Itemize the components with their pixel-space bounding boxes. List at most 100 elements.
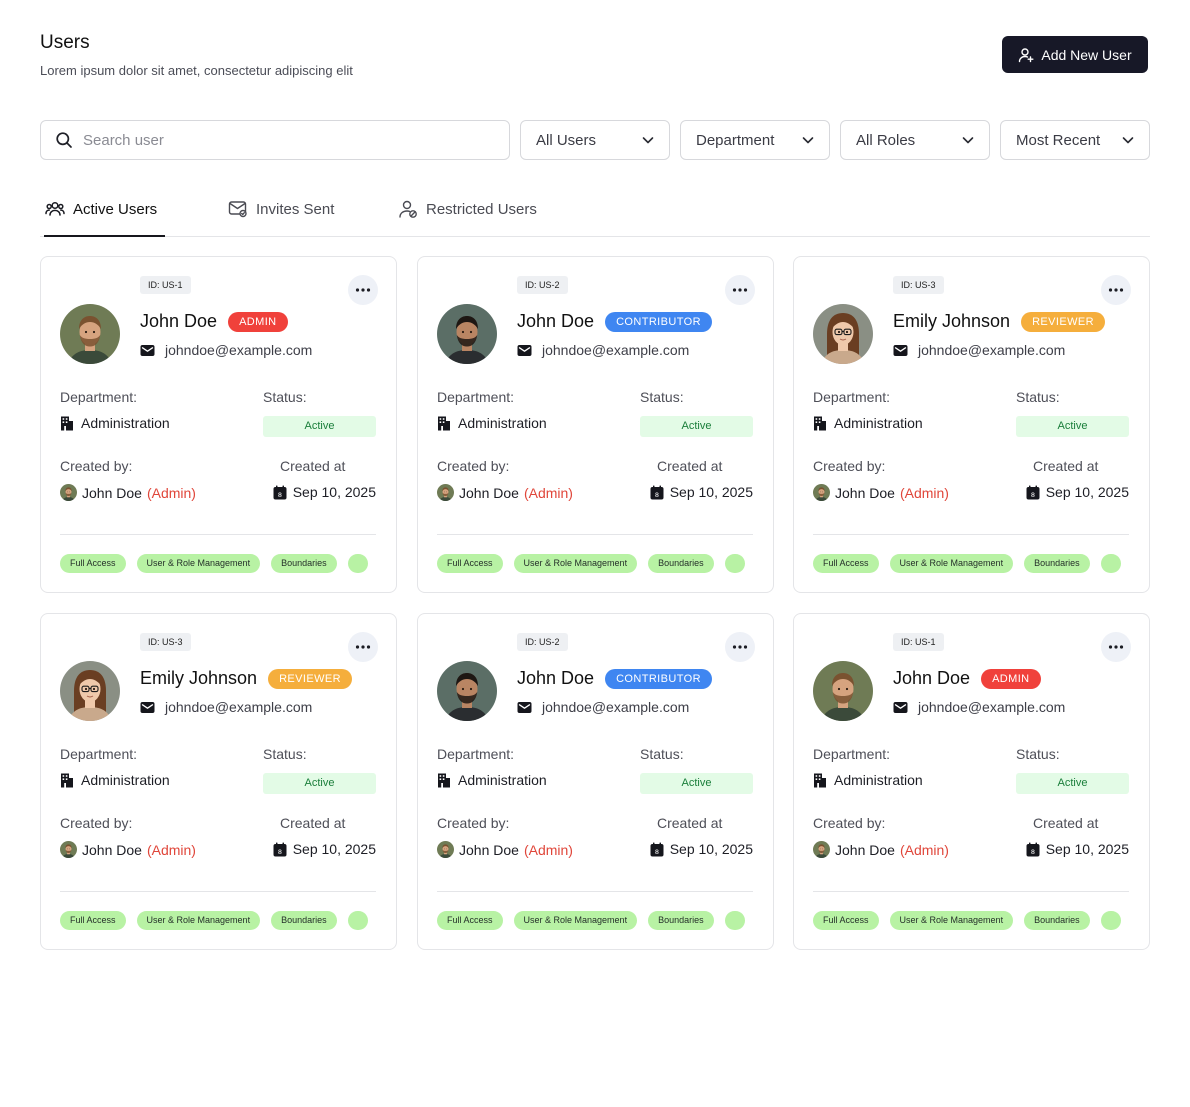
more-options-button[interactable] <box>348 275 378 305</box>
creator-role: (Admin) <box>523 484 573 501</box>
department-value: Administration <box>437 415 547 431</box>
more-options-button[interactable] <box>725 632 755 662</box>
created-at-label: Created at <box>657 458 723 474</box>
tab-invites-sent[interactable]: Invites Sent <box>228 190 334 236</box>
created-by-label: Created by: <box>437 815 510 831</box>
search-icon <box>56 132 72 148</box>
card-divider <box>437 891 753 892</box>
role-badge: CONTRIBUTOR <box>605 311 712 332</box>
more-dots-icon <box>355 645 371 649</box>
chevron-down-icon <box>642 137 654 144</box>
svg-text:8: 8 <box>1031 491 1035 499</box>
user-id-badge: ID: US-3 <box>893 276 944 294</box>
permission-tag: User & Role Management <box>889 911 1014 930</box>
woman-glasses-avatar <box>813 304 873 364</box>
creator-name: John Doe <box>82 841 142 858</box>
role-badge: REVIEWER <box>1021 311 1105 332</box>
more-dots-icon <box>1108 288 1124 292</box>
name-row: John Doe CONTRIBUTOR <box>517 668 712 689</box>
tab-active-users[interactable]: Active Users <box>43 190 166 237</box>
tab-restricted-users[interactable]: Restricted Users <box>398 190 537 236</box>
permissions-list: Full Access User & Role Management Boundar… <box>60 554 377 573</box>
man-dark-hair-avatar <box>437 304 497 364</box>
calendar-icon: 8 <box>273 842 287 856</box>
creator-name: John Doe <box>459 841 519 858</box>
more-options-button[interactable] <box>1101 632 1131 662</box>
department-value: Administration <box>437 772 547 788</box>
sort-value: Most Recent <box>1016 131 1101 149</box>
status-label: Status: <box>640 746 684 762</box>
created-date: 8 Sep 10, 2025 <box>273 484 376 500</box>
created-by-label: Created by: <box>813 815 886 831</box>
user-name: John Doe <box>517 668 595 688</box>
card-divider <box>60 534 376 535</box>
permissions-list: Full Access User & Role Management Boundar… <box>813 554 1130 573</box>
creator-role: (Admin) <box>523 841 573 858</box>
email-row: johndoe@example.com <box>893 699 1065 715</box>
creator-avatar <box>60 484 77 501</box>
page-header: Users Lorem ipsum dolor sit amet, consec… <box>40 32 353 78</box>
creator-name: John Doe <box>835 841 895 858</box>
creator-avatar <box>813 484 830 501</box>
search-box[interactable] <box>40 120 510 160</box>
created-by-label: Created by: <box>813 458 886 474</box>
created-by-label: Created by: <box>60 458 133 474</box>
user-email: johndoe@example.com <box>165 342 313 358</box>
permissions-list: Full Access User & Role Management Boundar… <box>60 911 377 930</box>
user-name: Emily Johnson <box>893 311 1011 331</box>
search-input[interactable] <box>83 131 483 149</box>
user-plus-icon <box>1019 47 1034 62</box>
department-value: Administration <box>60 415 170 431</box>
created-date: 8 Sep 10, 2025 <box>650 484 753 500</box>
mail-icon <box>517 344 532 356</box>
created-at-label: Created at <box>1033 815 1099 831</box>
roles-filter-select[interactable]: All Roles <box>840 120 990 160</box>
department-filter-select[interactable]: Department <box>680 120 830 160</box>
users-filter-select[interactable]: All Users <box>520 120 670 160</box>
department-name: Administration <box>81 415 170 431</box>
user-card: ID: US-1 John Doe ADMIN johndoe@example.… <box>793 613 1150 950</box>
permission-tag: User & Role Management <box>889 554 1014 573</box>
building-icon <box>61 773 73 788</box>
creator-info: John Doe (Admin) <box>437 484 573 501</box>
name-row: Emily Johnson REVIEWER <box>893 311 1105 332</box>
more-options-button[interactable] <box>725 275 755 305</box>
chevron-down-icon <box>802 137 814 144</box>
building-icon <box>814 773 826 788</box>
mail-icon <box>893 701 908 713</box>
status-badge: Active <box>640 773 753 794</box>
department-name: Administration <box>458 415 547 431</box>
user-name: John Doe <box>893 668 971 688</box>
department-name: Administration <box>834 415 923 431</box>
calendar-icon: 8 <box>650 485 664 499</box>
sort-select[interactable]: Most Recent <box>1000 120 1150 160</box>
created-date-value: Sep 10, 2025 <box>292 841 376 857</box>
permission-tag <box>347 911 368 930</box>
chevron-down-icon <box>962 137 974 144</box>
name-row: John Doe CONTRIBUTOR <box>517 311 712 332</box>
creator-name: John Doe <box>459 484 519 501</box>
creator-avatar <box>437 841 454 858</box>
more-options-button[interactable] <box>348 632 378 662</box>
permission-tag <box>724 911 745 930</box>
add-new-user-button[interactable]: Add New User <box>1002 36 1148 73</box>
calendar-icon: 8 <box>273 485 287 499</box>
permissions-list: Full Access User & Role Management Boundar… <box>813 911 1130 930</box>
more-dots-icon <box>732 645 748 649</box>
mail-invite-icon <box>228 201 247 218</box>
creator-avatar <box>60 841 77 858</box>
created-date-value: Sep 10, 2025 <box>669 484 753 500</box>
creator-name: John Doe <box>82 484 142 501</box>
email-row: johndoe@example.com <box>517 342 689 358</box>
user-name: John Doe <box>140 311 218 331</box>
permission-tag: Full Access <box>60 911 126 930</box>
more-options-button[interactable] <box>1101 275 1131 305</box>
creator-info: John Doe (Admin) <box>60 841 196 858</box>
woman-glasses-avatar <box>60 661 120 721</box>
permission-tag: Full Access <box>60 554 126 573</box>
svg-text:8: 8 <box>655 491 659 499</box>
permission-tag <box>1100 554 1121 573</box>
name-row: John Doe ADMIN <box>140 311 288 332</box>
page-subtitle: Lorem ipsum dolor sit amet, consectetur … <box>40 63 353 78</box>
status-badge: Active <box>263 416 376 437</box>
